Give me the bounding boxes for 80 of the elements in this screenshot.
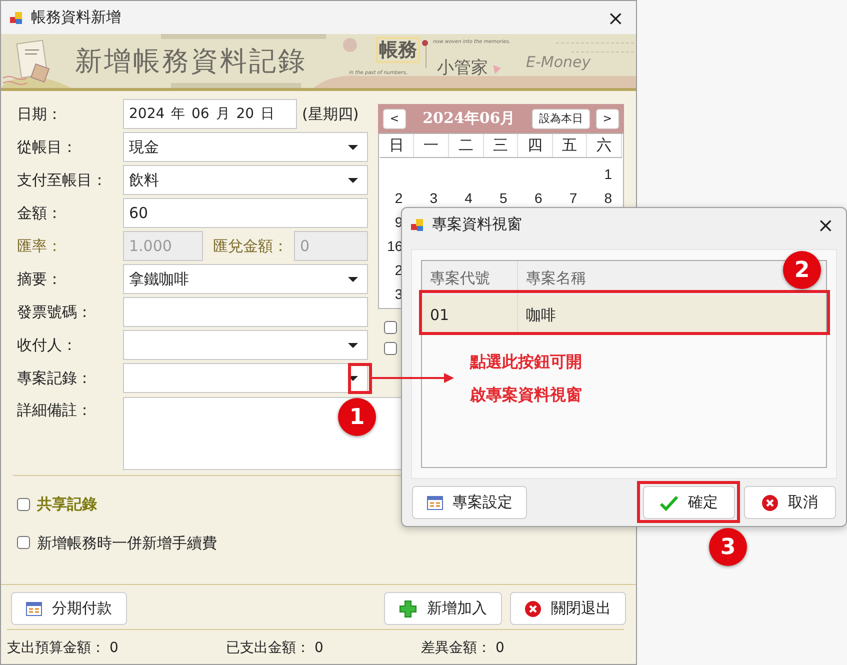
table-icon <box>426 496 442 510</box>
field-label: 詳細備註： <box>17 400 93 421</box>
dialog-button[interactable]: 確定 <box>643 486 735 519</box>
checkbox[interactable] <box>384 342 397 355</box>
select-field[interactable]: 飲料 <box>123 165 368 195</box>
logo-subtitle: 小管家 <box>437 57 488 80</box>
calendar-day[interactable]: 8 <box>588 186 623 210</box>
weekday-label: 日 <box>380 134 414 157</box>
status-text: 差異金額： 0 <box>421 639 504 658</box>
close-icon <box>525 600 541 616</box>
calendar-day[interactable]: 1 <box>588 162 623 186</box>
calendar-day[interactable]: 7 <box>553 186 588 210</box>
dropdown-arrow[interactable] <box>348 276 358 282</box>
field-label: 收付人： <box>17 334 78 356</box>
weekday-label: 六 <box>587 134 622 157</box>
close-icon <box>762 494 778 510</box>
table-row[interactable]: 01 咖啡 <box>422 295 826 335</box>
calendar-day[interactable]: 5 <box>483 186 518 210</box>
check-icon <box>660 494 678 510</box>
select-field[interactable]: 拿鐵咖啡 <box>123 264 368 294</box>
month-title: 2024年06月 <box>422 108 516 130</box>
dropdown-arrow[interactable] <box>348 342 358 348</box>
action-button[interactable]: 關閉退出 <box>510 592 626 625</box>
checkbox[interactable] <box>17 536 30 550</box>
field-label: 匯率： <box>17 236 63 257</box>
field-label: 發票號碼： <box>17 302 93 323</box>
select-field[interactable] <box>123 363 368 393</box>
dropdown-arrow[interactable] <box>348 144 358 150</box>
plus-icon <box>399 600 417 618</box>
status-text: 已支出金額： 0 <box>226 639 324 658</box>
close-button[interactable]: × <box>603 8 628 28</box>
app-icon <box>9 10 23 24</box>
date-field[interactable]: 2024 年 06 月 20 日 <box>123 99 297 129</box>
weekday-label: 五 <box>552 134 588 157</box>
banner-title: 新增帳務資料記錄 <box>75 45 307 79</box>
field-label: 金額： <box>17 202 63 224</box>
weekday-text: (星期四) <box>302 104 359 125</box>
field-label: 摘要： <box>17 268 63 290</box>
weekday-label: 四 <box>518 134 553 157</box>
checkbox[interactable] <box>384 321 397 334</box>
calendar-day[interactable]: 2 <box>378 186 414 210</box>
table-icon <box>26 602 42 616</box>
calendar-day[interactable]: 4 <box>448 186 484 210</box>
field-label: 專案記錄： <box>17 368 93 389</box>
dialog-button[interactable]: 取消 <box>744 486 836 519</box>
checkbox[interactable] <box>17 498 30 511</box>
dialog-title: 專案資料視窗 <box>432 214 522 236</box>
brand-name: E-Money <box>526 52 591 73</box>
annotation-text: 點選此按鈕可開啟專案資料視窗 <box>470 351 583 406</box>
app-icon <box>410 218 424 232</box>
dialog-button[interactable]: 專案設定 <box>412 486 527 519</box>
input-field[interactable]: 60 <box>123 198 368 228</box>
step-marker: 3 <box>709 528 747 566</box>
field-label: 匯兌金額： <box>213 236 288 257</box>
field-label: 日期： <box>17 104 63 125</box>
prev-button[interactable]: < <box>382 108 406 128</box>
input-field[interactable] <box>123 297 368 327</box>
today-button[interactable]: 設為本日 <box>532 108 590 128</box>
logo-text: 帳務 <box>376 37 420 63</box>
status-text: 支出預算金額： 0 <box>7 639 120 658</box>
select-field[interactable] <box>123 330 368 360</box>
highlight-frame <box>348 363 372 394</box>
window-title: 帳務資料新增 <box>31 7 121 28</box>
dropdown-arrow[interactable] <box>348 178 358 182</box>
weekday-label: 一 <box>414 134 450 157</box>
next-button[interactable]: > <box>596 108 619 128</box>
action-button[interactable]: 新增加入 <box>384 592 502 625</box>
calendar-day[interactable]: 3 <box>414 186 449 210</box>
checkbox-label: 共享記錄 <box>37 494 97 515</box>
table-cell-text: 咖啡 <box>525 304 556 326</box>
close-button[interactable]: × <box>813 214 838 234</box>
weekday-label: 二 <box>449 134 484 157</box>
field-label: 支付至帳目： <box>17 170 108 191</box>
checkbox-label: 新增帳務時一併新增手續費 <box>37 532 217 554</box>
column-header: 專案名稱 <box>525 268 586 289</box>
field-label: 從帳目： <box>17 136 78 158</box>
calendar-day[interactable]: 6 <box>518 186 554 210</box>
weekday-label: 三 <box>484 134 518 157</box>
action-button[interactable]: 分期付款 <box>11 592 127 625</box>
select-field[interactable]: 現金 <box>123 132 368 162</box>
